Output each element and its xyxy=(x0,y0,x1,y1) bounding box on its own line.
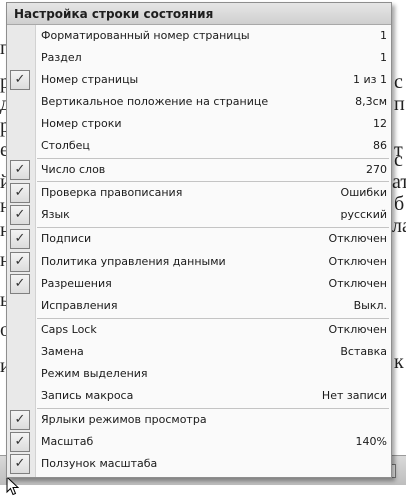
menu-item-label: Разрешения xyxy=(41,277,112,290)
menu-item-label: Число слов xyxy=(41,163,106,176)
mouse-cursor-icon xyxy=(6,476,20,496)
menu-item-label: Проверка правописания xyxy=(41,186,183,199)
menu-item-value: 1 xyxy=(380,51,387,64)
menu-item-label: Политика управления данными xyxy=(41,255,226,268)
menu-item-value: 1 из 1 xyxy=(353,73,387,86)
menu-item-label: Раздел xyxy=(41,51,82,64)
status-bar-context-menu: Настройка строки состояния Форматированн… xyxy=(6,2,392,478)
doc-text-fragment: п xyxy=(394,93,405,115)
menu-item-value: 12 xyxy=(373,117,387,130)
menu-item-value: русский xyxy=(340,208,387,221)
doc-text-fragment: ла xyxy=(392,215,406,237)
menu-item[interactable]: Исправления Выкл. xyxy=(7,295,391,317)
menu-item[interactable]: ✓ Политика управления данными Отключен xyxy=(7,251,391,273)
menu-item[interactable]: ✓ Ярлыки режимов просмотра xyxy=(7,409,391,431)
menu-item-value: 86 xyxy=(373,139,387,152)
menu-item-label: Ярлыки режимов просмотра xyxy=(41,413,207,426)
menu-item-label: Вертикальное положение на странице xyxy=(41,95,269,108)
menu-item[interactable]: ✓ Подписи Отключен xyxy=(7,228,391,250)
check-icon: ✓ xyxy=(10,432,30,452)
check-icon: ✓ xyxy=(10,274,30,294)
menu-separator xyxy=(37,227,389,228)
menu-item[interactable]: Caps Lock Отключен xyxy=(7,319,391,341)
doc-text-fragment: б xyxy=(394,193,405,215)
doc-text-fragment: с xyxy=(394,149,403,171)
menu-item[interactable]: Номер строки 12 xyxy=(7,113,391,135)
menu-item[interactable]: ✓ Разрешения Отключен xyxy=(7,273,391,295)
menu-item-label: Исправления xyxy=(41,299,118,312)
menu-item-value: Выкл. xyxy=(353,299,387,312)
menu-item-label: Форматированный номер страницы xyxy=(41,29,250,42)
menu-separator xyxy=(37,318,389,319)
menu-item-label: Запись макроса xyxy=(41,389,134,402)
menu-item[interactable]: ✓ Язык русский xyxy=(7,204,391,226)
doc-text-fragment: с xyxy=(394,71,403,93)
check-icon: ✓ xyxy=(10,205,30,225)
menu-item[interactable]: ✓ Ползунок масштаба xyxy=(7,453,391,475)
menu-item[interactable]: ✓ Число слов 270 xyxy=(7,159,391,181)
menu-item[interactable]: ✓ Масштаб 140% xyxy=(7,431,391,453)
menu-item-value: Отключен xyxy=(328,255,387,268)
menu-item[interactable]: Замена Вставка xyxy=(7,341,391,363)
menu-item[interactable]: Форматированный номер страницы 1 xyxy=(7,25,391,47)
menu-separator xyxy=(37,158,389,159)
page-bottom xyxy=(0,485,406,497)
menu-title: Настройка строки состояния xyxy=(7,3,391,25)
menu-item[interactable]: Раздел 1 xyxy=(7,47,391,69)
menu-item-label: Масштаб xyxy=(41,435,94,448)
menu-item-label: Режим выделения xyxy=(41,367,148,380)
menu-item[interactable]: ✓ Проверка правописания Ошибки xyxy=(7,182,391,204)
menu-item-label: Номер строки xyxy=(41,117,122,130)
menu-separator xyxy=(37,408,389,409)
menu-item-label: Язык xyxy=(41,208,70,221)
menu-separator xyxy=(37,181,389,182)
menu-item-label: Подписи xyxy=(41,232,92,245)
check-icon: ✓ xyxy=(10,160,30,180)
menu-item-value: Вставка xyxy=(340,345,387,358)
menu-item-value: Отключен xyxy=(328,323,387,336)
menu-item-value: 1 xyxy=(380,29,387,42)
menu-item-label: Caps Lock xyxy=(41,323,97,336)
check-icon: ✓ xyxy=(10,70,30,90)
menu-item-value: Ошибки xyxy=(340,186,387,199)
menu-item-label: Ползунок масштаба xyxy=(41,457,158,470)
check-icon: ✓ xyxy=(10,252,30,272)
check-icon: ✓ xyxy=(10,454,30,474)
menu-item-value: Отключен xyxy=(328,232,387,245)
menu-item[interactable]: ✓ Номер страницы 1 из 1 xyxy=(7,69,391,91)
doc-text-fragment: ат xyxy=(392,171,406,193)
menu-item-label: Столбец xyxy=(41,139,90,152)
menu-item-value: Отключен xyxy=(328,277,387,290)
menu-item-value: 8,3см xyxy=(355,95,387,108)
menu-item-value: 270 xyxy=(366,163,387,176)
menu-item-label: Номер страницы xyxy=(41,73,139,86)
menu-item-label: Замена xyxy=(41,345,84,358)
doc-text-fragment: к xyxy=(394,351,404,373)
check-icon: ✓ xyxy=(10,410,30,430)
menu-item[interactable]: Столбец 86 xyxy=(7,135,391,157)
menu-item-value: 140% xyxy=(355,435,387,448)
menu-item-value: Нет записи xyxy=(321,389,387,402)
menu-item[interactable]: Вертикальное положение на странице 8,3см xyxy=(7,91,391,113)
check-icon: ✓ xyxy=(10,229,30,249)
menu-item[interactable]: Режим выделения xyxy=(7,363,391,385)
menu-item[interactable]: Запись макроса Нет записи xyxy=(7,385,391,407)
check-icon: ✓ xyxy=(10,183,30,203)
